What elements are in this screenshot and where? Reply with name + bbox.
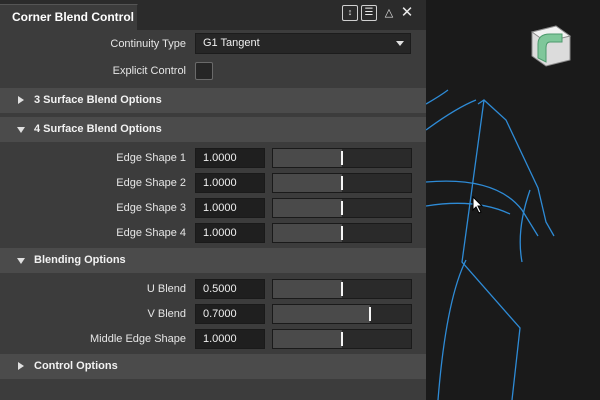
- section-4-surface-blend-label: 4 Surface Blend Options: [34, 123, 162, 135]
- panel-titlebar: Corner Blend Control ↕ ☰ △ ✕: [0, 0, 426, 30]
- curve-drawing: [426, 89, 555, 400]
- edge-shape-3-label: Edge Shape 3: [116, 202, 186, 214]
- close-icon[interactable]: ✕: [399, 5, 415, 21]
- slider-fill: [273, 330, 342, 348]
- expand-down-icon: [17, 258, 25, 264]
- section-3-surface-blend[interactable]: 3 Surface Blend Options: [0, 88, 426, 113]
- chevron-down-icon: [396, 41, 404, 46]
- expand-right-icon: [18, 96, 24, 104]
- menu-icon[interactable]: ☰: [361, 5, 377, 21]
- slider-fill: [273, 199, 342, 217]
- arrow-cursor-icon: [472, 196, 484, 214]
- section-control-options[interactable]: Control Options: [0, 354, 426, 379]
- v-blend-label: V Blend: [147, 308, 186, 320]
- edge-shape-2-label: Edge Shape 2: [116, 177, 186, 189]
- middle-edge-shape-slider[interactable]: [272, 329, 412, 349]
- pin-icon[interactable]: ↕: [342, 5, 358, 21]
- continuity-type-value: G1 Tangent: [203, 37, 260, 49]
- explicit-control-label: Explicit Control: [112, 65, 186, 77]
- viewport-3d[interactable]: [426, 0, 600, 400]
- edge-shape-1-field[interactable]: 1.0000: [195, 148, 265, 168]
- continuity-type-label: Continuity Type: [110, 38, 186, 50]
- u-blend-slider[interactable]: [272, 279, 412, 299]
- v-blend-field[interactable]: 0.7000: [195, 304, 265, 324]
- section-4-surface-blend[interactable]: 4 Surface Blend Options: [0, 117, 426, 142]
- corner-blend-cube-icon[interactable]: [526, 22, 572, 68]
- continuity-type-dropdown[interactable]: G1 Tangent: [195, 33, 411, 54]
- expand-down-icon: [17, 127, 25, 133]
- slider-handle[interactable]: [341, 332, 343, 346]
- slider-handle[interactable]: [341, 176, 343, 190]
- panel-title[interactable]: Corner Blend Control: [0, 4, 138, 30]
- v-blend-slider[interactable]: [272, 304, 412, 324]
- section-blending-options-label: Blending Options: [34, 254, 126, 266]
- u-blend-field[interactable]: 0.5000: [195, 279, 265, 299]
- explicit-control-checkbox[interactable]: [195, 62, 213, 80]
- edge-shape-4-field[interactable]: 1.0000: [195, 223, 265, 243]
- edge-shape-4-label: Edge Shape 4: [116, 227, 186, 239]
- edge-shape-4-slider[interactable]: [272, 223, 412, 243]
- slider-fill: [273, 174, 342, 192]
- slider-handle[interactable]: [341, 226, 343, 240]
- slider-fill: [273, 280, 342, 298]
- edge-shape-1-label: Edge Shape 1: [116, 152, 186, 164]
- edge-shape-3-field[interactable]: 1.0000: [195, 198, 265, 218]
- slider-fill: [273, 305, 370, 323]
- collapse-icon[interactable]: △: [381, 5, 397, 21]
- slider-fill: [273, 149, 342, 167]
- slider-handle[interactable]: [341, 151, 343, 165]
- slider-fill: [273, 224, 342, 242]
- middle-edge-shape-field[interactable]: 1.0000: [195, 329, 265, 349]
- section-3-surface-blend-label: 3 Surface Blend Options: [34, 94, 162, 106]
- section-blending-options[interactable]: Blending Options: [0, 248, 426, 273]
- edge-shape-2-slider[interactable]: [272, 173, 412, 193]
- edge-shape-3-slider[interactable]: [272, 198, 412, 218]
- corner-blend-control-panel: Corner Blend Control ↕ ☰ △ ✕ Continuity …: [0, 0, 426, 400]
- section-control-options-label: Control Options: [34, 360, 118, 372]
- slider-handle[interactable]: [341, 201, 343, 215]
- edge-shape-2-field[interactable]: 1.0000: [195, 173, 265, 193]
- middle-edge-shape-label: Middle Edge Shape: [89, 333, 186, 345]
- edge-shape-1-slider[interactable]: [272, 148, 412, 168]
- slider-handle[interactable]: [369, 307, 371, 321]
- u-blend-label: U Blend: [146, 283, 186, 295]
- slider-handle[interactable]: [341, 282, 343, 296]
- expand-right-icon: [18, 362, 24, 370]
